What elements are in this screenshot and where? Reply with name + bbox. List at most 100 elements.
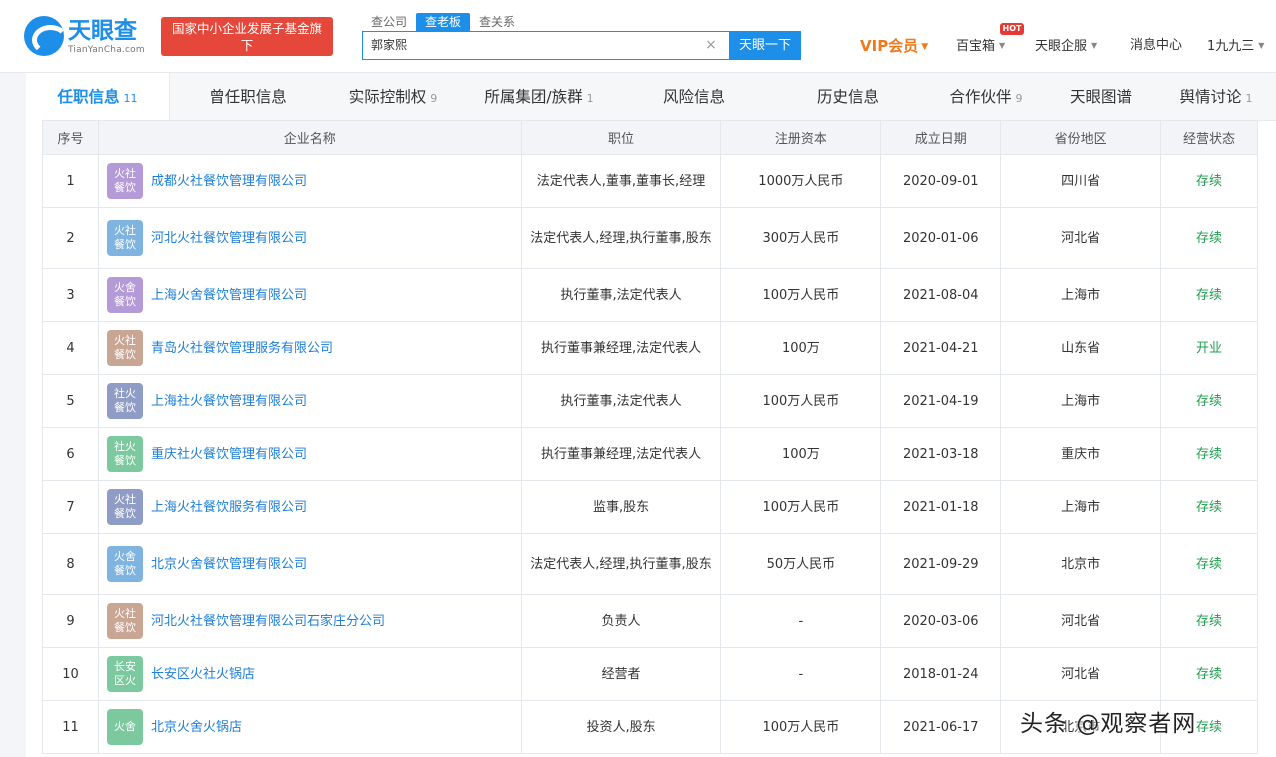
company-name-link[interactable]: 上海火社餐饮服务有限公司	[151, 497, 307, 518]
status-cell: 存续	[1160, 480, 1258, 534]
search-input[interactable]	[371, 32, 701, 59]
region-cell: 河北省	[1000, 647, 1162, 701]
col-header-position: 职位	[520, 120, 722, 155]
capital-cell: 100万	[720, 427, 882, 481]
tab-search-boss[interactable]: 查老板	[416, 13, 471, 31]
company-cell: 火社餐饮 上海火社餐饮服务有限公司	[97, 480, 522, 534]
tab-label: 实际控制权	[348, 88, 427, 106]
company-name-link[interactable]: 河北火社餐饮管理有限公司	[151, 228, 307, 249]
company-entry: 火舍餐饮 上海火舍餐饮管理有限公司	[99, 277, 521, 313]
company-entry: 火社餐饮 河北火社餐饮管理有限公司	[99, 220, 521, 256]
table-row: 3 火舍餐饮 上海火舍餐饮管理有限公司 执行董事,法定代表人 100万人民币 2021-0…	[42, 268, 1258, 322]
search-button[interactable]: 天眼一下	[729, 31, 801, 60]
vip-member-menu[interactable]: VIP会员 ▼	[860, 36, 928, 57]
region-cell: 上海市	[1000, 268, 1162, 322]
tab-history[interactable]: 历史信息	[804, 73, 892, 121]
enterprise-service-menu[interactable]: 天眼企服 ▼	[1035, 37, 1097, 56]
company-logo: 火社餐饮	[106, 330, 143, 366]
col-header-capital: 注册资本	[720, 120, 882, 155]
capital-cell: 100万	[720, 321, 882, 375]
region-cell: 北京市	[1000, 533, 1162, 595]
tab-past-positions[interactable]: 曾任职信息	[196, 73, 300, 121]
position-cell: 法定代表人,董事,董事长,经理	[520, 154, 722, 208]
tab-actual-control[interactable]: 实际控制权 9	[338, 73, 448, 121]
company-cell: 火舍餐饮 上海火舍餐饮管理有限公司	[97, 268, 522, 322]
table-body: 1 火社餐饮 成都火社餐饮管理有限公司 法定代表人,董事,董事长,经理 1000万人民币…	[42, 154, 1258, 754]
company-cell: 火舍 北京火舍火锅店	[97, 700, 522, 754]
table-row: 9 火社餐饮 河北火社餐饮管理有限公司石家庄分公司 负责人 -2020-03-06 河北省…	[42, 594, 1258, 648]
table-row: 2 火社餐饮 河北火社餐饮管理有限公司 法定代表人,经理,执行董事,股东 300万人民币…	[42, 207, 1258, 269]
username: 1九九三	[1207, 39, 1255, 54]
capital-cell: 100万人民币	[720, 480, 882, 534]
tab-risk[interactable]: 风险信息	[650, 73, 738, 121]
positions-table: 序号 企业名称 职位 注册资本 成立日期 省份地区 经营状态 1 火社餐饮 成都火社…	[42, 120, 1258, 754]
position-cell: 经营者	[520, 647, 722, 701]
company-logo: 火舍餐饮	[106, 277, 143, 313]
tab-public-opinion[interactable]: 舆情讨论 1	[1166, 73, 1266, 121]
capital-cell: -	[720, 594, 882, 648]
tab-search-relation[interactable]: 查关系	[470, 13, 524, 31]
company-name-link[interactable]: 长安区火社火锅店	[151, 664, 255, 685]
date-cell: 2018-01-24	[880, 647, 1002, 701]
status-cell: 开业	[1160, 321, 1258, 375]
tab-search-company[interactable]: 查公司	[362, 13, 416, 31]
tab-count: 1	[1245, 92, 1253, 105]
tab-label: 曾任职信息	[209, 88, 287, 106]
toolbox-menu[interactable]: 百宝箱 ▼	[956, 37, 1005, 56]
brand-name: 天眼查	[68, 18, 137, 44]
company-name-link[interactable]: 上海社火餐饮管理有限公司	[151, 391, 307, 412]
company-entry: 火舍餐饮 北京火舍餐饮管理有限公司	[99, 546, 521, 582]
company-cell: 社火餐饮 上海社火餐饮管理有限公司	[97, 374, 522, 428]
company-name-link[interactable]: 青岛火社餐饮管理服务有限公司	[151, 338, 333, 359]
region-cell: 河北省	[1000, 207, 1162, 269]
company-name-link[interactable]: 上海火舍餐饮管理有限公司	[151, 285, 307, 306]
company-name-link[interactable]: 重庆社火餐饮管理有限公司	[151, 444, 307, 465]
chevron-down-icon: ▼	[1258, 41, 1265, 50]
company-name-link[interactable]: 北京火舍火锅店	[151, 717, 242, 738]
toolbox-label: 百宝箱	[956, 39, 996, 54]
brand-domain: TianYanCha.com	[68, 45, 145, 55]
company-name-link[interactable]: 河北火社餐饮管理有限公司石家庄分公司	[151, 611, 385, 632]
tianyancha-logo[interactable]: 天眼查 TianYanCha.com	[24, 16, 152, 58]
tab-group[interactable]: 所属集团/族群 1	[478, 73, 600, 121]
region-cell: 上海市	[1000, 480, 1162, 534]
company-entry: 火社餐饮 青岛火社餐饮管理服务有限公司	[99, 330, 521, 366]
official-badge: 国家中小企业发展子基金旗下 官方备案企业征信机构	[161, 17, 333, 70]
position-cell: 执行董事兼经理,法定代表人	[520, 427, 722, 481]
tab-graph[interactable]: 天眼图谱	[1056, 73, 1146, 121]
company-entry: 火社餐饮 上海火社餐饮服务有限公司	[99, 489, 521, 525]
company-name-link[interactable]: 北京火舍餐饮管理有限公司	[151, 554, 307, 575]
info-tabs: 任职信息 11 曾任职信息 实际控制权 9 所属集团/族群 1 风险信息 历史信息 合…	[26, 73, 1276, 121]
clear-icon[interactable]: ×	[703, 37, 719, 53]
row-no: 9	[42, 594, 99, 648]
tab-label: 历史信息	[816, 88, 879, 106]
row-no: 11	[42, 700, 99, 754]
table-header-row: 序号 企业名称 职位 注册资本 成立日期 省份地区 经营状态	[42, 120, 1258, 155]
company-logo: 社火餐饮	[106, 436, 143, 472]
status-cell: 存续	[1160, 374, 1258, 428]
tab-partners[interactable]: 合作伙伴 9	[936, 73, 1036, 121]
region-cell: 四川省	[1000, 154, 1162, 208]
row-no: 8	[42, 533, 99, 595]
company-entry: 火舍 北京火舍火锅店	[99, 709, 521, 745]
message-center-link[interactable]: 消息中心	[1130, 37, 1182, 55]
chevron-down-icon: ▼	[1091, 41, 1098, 50]
company-logo: 社火餐饮	[106, 383, 143, 419]
region-cell: 河北省	[1000, 594, 1162, 648]
table-row: 4 火社餐饮 青岛火社餐饮管理服务有限公司 执行董事兼经理,法定代表人 100万 2021…	[42, 321, 1258, 375]
vip-label: VIP会员	[860, 37, 919, 55]
tab-current-positions[interactable]: 任职信息 11	[26, 73, 170, 121]
company-logo: 火舍餐饮	[106, 546, 143, 582]
badge-line2: 官方备案企业征信机构	[179, 55, 315, 70]
row-no: 5	[42, 374, 99, 428]
company-cell: 长安区火 长安区火社火锅店	[97, 647, 522, 701]
chevron-down-icon: ▼	[921, 42, 929, 52]
company-cell: 火社餐饮 河北火社餐饮管理有限公司	[97, 207, 522, 269]
tab-count: 9	[1015, 92, 1023, 105]
table-row: 5 社火餐饮 上海社火餐饮管理有限公司 执行董事,法定代表人 100万人民币 2021-0…	[42, 374, 1258, 428]
company-name-link[interactable]: 成都火社餐饮管理有限公司	[151, 171, 307, 192]
user-menu[interactable]: 1九九三 ▼	[1207, 37, 1264, 56]
date-cell: 2021-04-19	[880, 374, 1002, 428]
status-cell: 存续	[1160, 533, 1258, 595]
company-entry: 社火餐饮 上海社火餐饮管理有限公司	[99, 383, 521, 419]
